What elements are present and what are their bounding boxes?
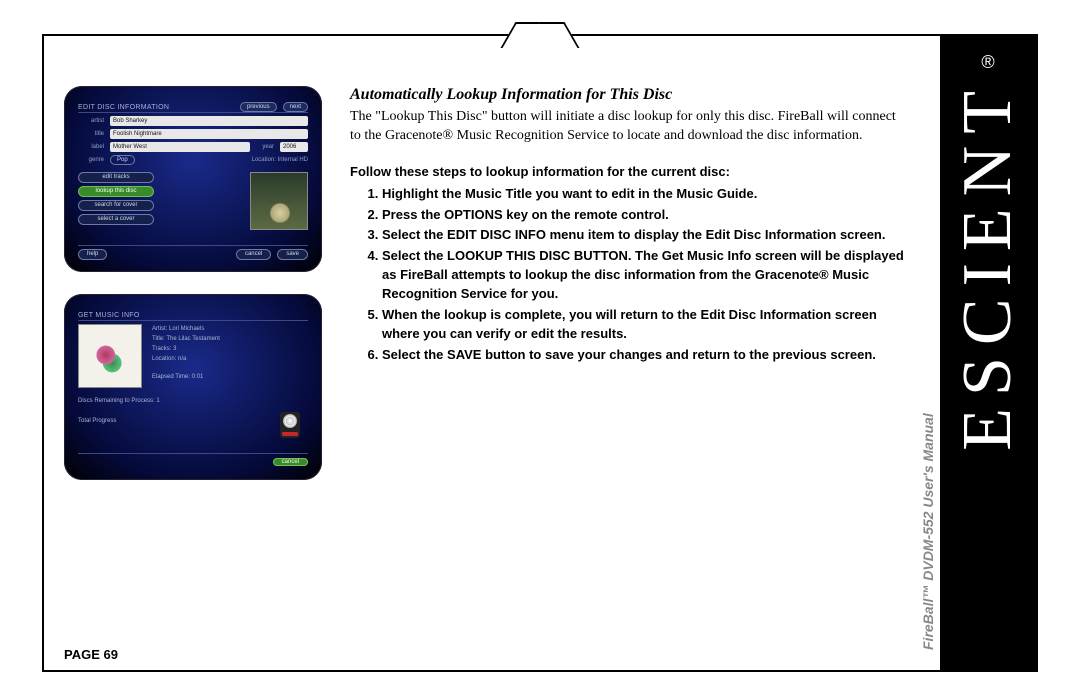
registered-mark: ® xyxy=(981,52,994,73)
manual-title-vertical: FireBall™ DVDM-552 User's Manual xyxy=(920,413,936,650)
select-a-cover-button[interactable]: select a cover xyxy=(78,214,154,225)
page-number: PAGE 69 xyxy=(64,647,118,662)
content-area: EDIT DISC INFORMATION previous next arti… xyxy=(64,86,916,630)
scr2-footer: cancel xyxy=(273,450,308,468)
artist-label: artist xyxy=(78,118,104,124)
cancel-lookup-button[interactable]: cancel xyxy=(273,458,308,466)
info-location: Location: n/a xyxy=(152,354,308,364)
frame-notch xyxy=(518,22,562,48)
step-4: Select the LOOKUP THIS DISC BUTTON. The … xyxy=(382,247,908,304)
scr1-footer: help cancel save xyxy=(78,249,308,260)
info-elapsed: Elapsed Time: 0:01 xyxy=(152,372,308,382)
steps-list: Highlight the Music Title you want to ed… xyxy=(350,185,908,365)
brand-sidebar: ® ESCIENT xyxy=(940,36,1036,670)
scr1-mid: edit tracks lookup this disc search for … xyxy=(78,172,308,230)
help-button[interactable]: help xyxy=(78,249,107,260)
intro-paragraph: The "Lookup This Disc" button will initi… xyxy=(350,108,908,146)
lookup-this-disc-button[interactable]: lookup this disc xyxy=(78,186,154,197)
scr1-title: EDIT DISC INFORMATION xyxy=(78,104,169,111)
scr1-body: artist Bob Sharkey title Foolish Nightma… xyxy=(78,116,308,168)
divider xyxy=(78,245,308,246)
info-artist: Artist: Lori Michaels xyxy=(152,324,308,334)
step-2: Press the OPTIONS key on the remote cont… xyxy=(382,206,908,225)
disc-drive-icon xyxy=(280,412,300,438)
page-frame: EDIT DISC INFORMATION previous next arti… xyxy=(42,34,1038,672)
brand-logo-text: ESCIENT xyxy=(953,79,1023,451)
lookup-info-lines: Artist: Lori Michaels Title: The Lilac T… xyxy=(152,324,308,388)
text-column: Automatically Lookup Information for Thi… xyxy=(350,86,916,364)
search-for-cover-button[interactable]: search for cover xyxy=(78,200,154,211)
title-label: title xyxy=(78,131,104,137)
album-cover-thumb xyxy=(250,172,308,230)
scr2-lower: Discs Remaining to Process: 1 Total Prog… xyxy=(78,398,308,424)
manual-suffix: User's Manual xyxy=(920,413,936,507)
label-field[interactable]: Mother West xyxy=(110,142,250,152)
lookup-cover-thumb xyxy=(78,324,142,388)
action-button-stack: edit tracks lookup this disc search for … xyxy=(78,172,154,230)
next-button[interactable]: next xyxy=(283,102,308,112)
total-progress: Total Progress xyxy=(78,418,308,424)
divider xyxy=(78,320,308,321)
info-tracks: Tracks: 3 xyxy=(152,344,308,354)
divider xyxy=(78,112,308,113)
edit-tracks-button[interactable]: edit tracks xyxy=(78,172,154,183)
step-6: Select the SAVE button to save your chan… xyxy=(382,346,908,365)
previous-button[interactable]: previous xyxy=(240,102,277,112)
edit-disc-screenshot: EDIT DISC INFORMATION previous next arti… xyxy=(64,86,322,272)
section-title: Automatically Lookup Information for Thi… xyxy=(350,86,908,104)
info-title: Title: The Lilac Testament xyxy=(152,334,308,344)
screenshot-column: EDIT DISC INFORMATION previous next arti… xyxy=(64,86,334,502)
label-label: label xyxy=(78,144,104,150)
manual-prefix: FireBall™ DVDM-552 xyxy=(920,508,936,650)
step-1: Highlight the Music Title you want to ed… xyxy=(382,185,908,204)
location-text: Location: Internal HD xyxy=(252,157,308,163)
get-music-info-screenshot: GET MUSIC INFO Artist: Lori Michaels Tit… xyxy=(64,294,322,480)
scr2-title: GET MUSIC INFO xyxy=(78,312,140,319)
scr2-body: Artist: Lori Michaels Title: The Lilac T… xyxy=(78,324,308,388)
step-3: Select the EDIT DISC INFO menu item to d… xyxy=(382,226,908,245)
save-button[interactable]: save xyxy=(277,249,308,260)
title-field[interactable]: Foolish Nightmare xyxy=(110,129,308,139)
cancel-button[interactable]: cancel xyxy=(236,249,271,260)
genre-label: genre xyxy=(78,157,104,163)
steps-intro: Follow these steps to lookup information… xyxy=(350,164,908,179)
step-5: When the lookup is complete, you will re… xyxy=(382,306,908,344)
year-field[interactable]: 2006 xyxy=(280,142,308,152)
year-label: year xyxy=(262,144,274,150)
genre-selector[interactable]: Pop xyxy=(110,155,135,165)
artist-field[interactable]: Bob Sharkey xyxy=(110,116,308,126)
